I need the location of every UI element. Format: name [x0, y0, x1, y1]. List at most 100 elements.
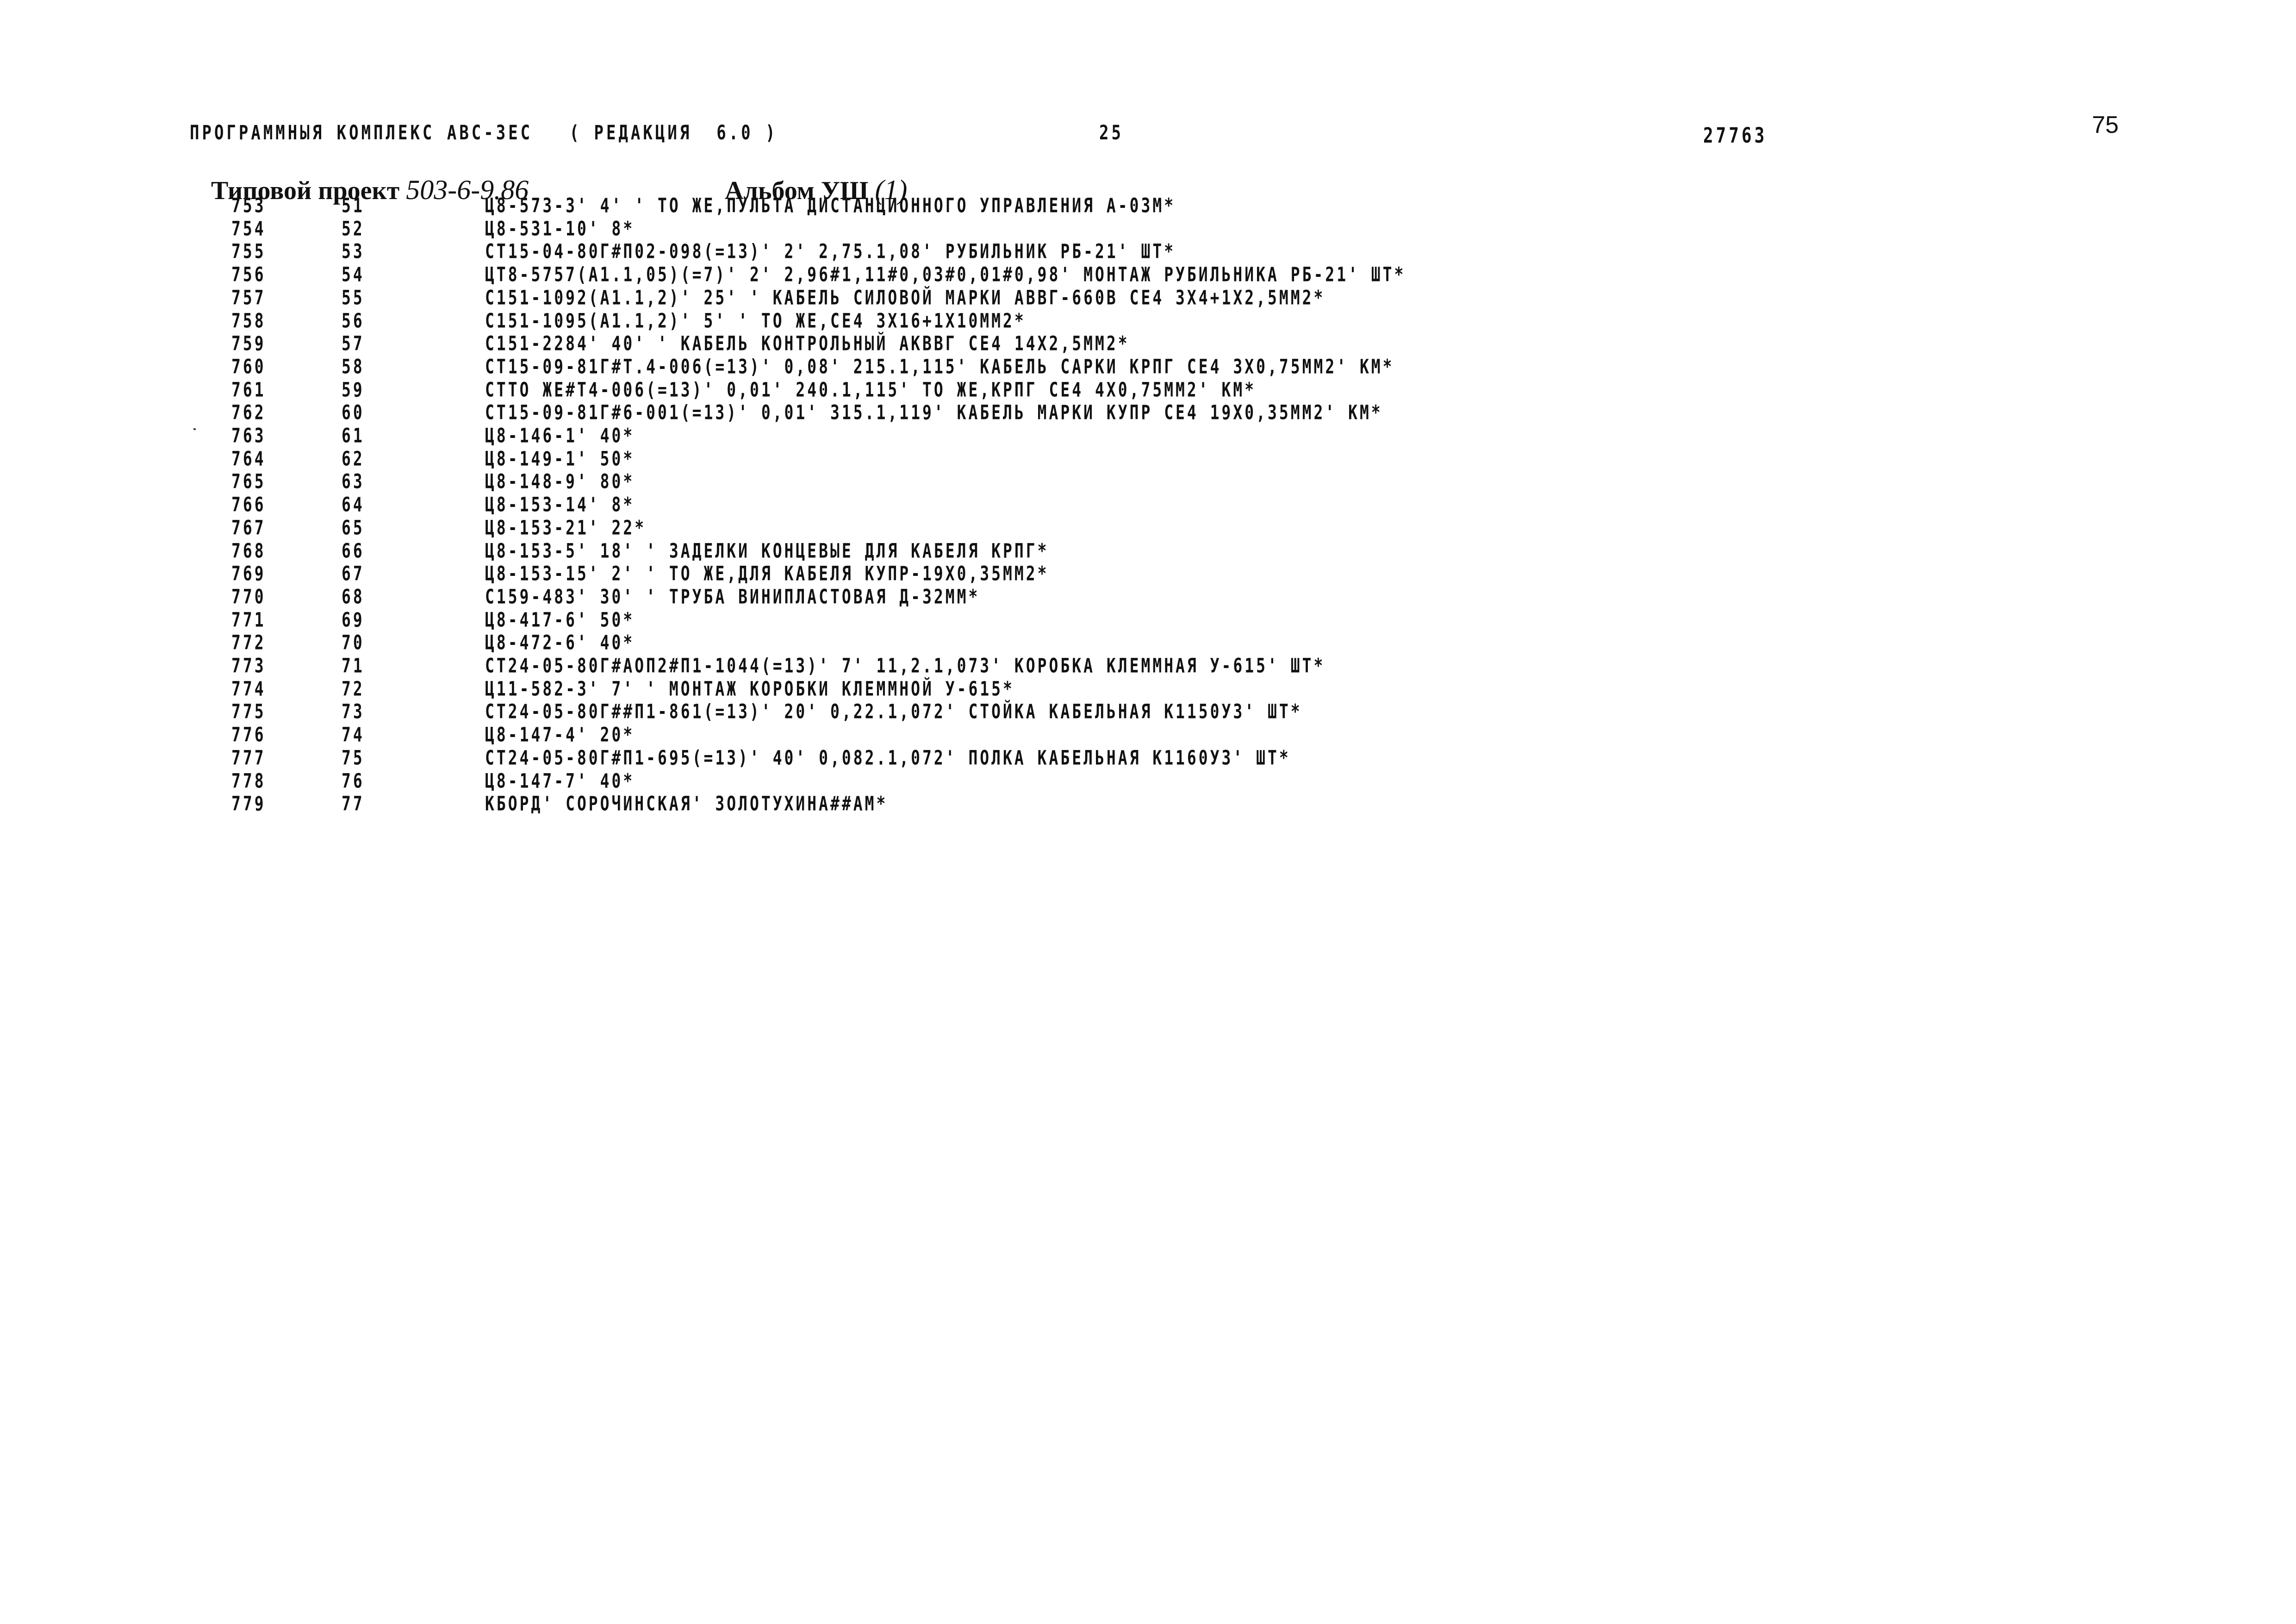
- position-number: 65: [342, 515, 365, 539]
- position-number: 61: [342, 424, 365, 447]
- table-row: 774 72 Ц11-582-3' 7' ' МОНТАЖ КОРОБКИ КЛЕМ…: [0, 677, 1944, 700]
- row-number: 757: [231, 285, 266, 309]
- row-number: 770: [231, 584, 266, 608]
- position-number: 56: [342, 308, 365, 332]
- line-text: КБОРД' СОРОЧИНСКАЯ' ЗОЛОТУХИНА##АМ*: [485, 792, 888, 815]
- table-row: 757 55 С151-1092(А1.1,2)' 25' ' КАБЕЛЬ СИЛ…: [0, 286, 1944, 309]
- table-row: 767 65 Ц8-153-21' 22*: [0, 516, 1944, 539]
- table-row: 754 52 Ц8-531-10' 8*: [0, 217, 1944, 240]
- table-row: 761 59 СТТО ЖЕ#Т4-006(=13)' 0,01' 240.1,11…: [0, 378, 1944, 401]
- position-number: 60: [342, 400, 365, 424]
- row-number: 765: [231, 469, 266, 493]
- table-row: 756 54 ЦТ8-5757(А1.1,05)(=7)' 2' 2,96#1,11…: [0, 262, 1944, 286]
- line-text: Ц8-146-1' 40*: [485, 424, 635, 447]
- row-number: 769: [231, 562, 266, 585]
- position-number: 72: [342, 676, 365, 700]
- line-text: Ц8-148-9' 80*: [485, 469, 635, 493]
- table-row: 776 74 Ц8-147-4' 20*: [0, 723, 1944, 746]
- position-number: 63: [342, 469, 365, 493]
- line-text: С151-2284' 40' ' КАБЕЛЬ КОНТРОЛЬНЫЙ АКВВ…: [485, 331, 1130, 355]
- position-number: 71: [342, 654, 365, 677]
- line-text: Ц8-573-3' 4' ' ТО ЖЕ,ПУЛЬТА ДИСТАНЦИОННО…: [485, 194, 1176, 217]
- line-text: Ц8-417-6' 50*: [485, 607, 635, 631]
- table-row: 766 64 Ц8-153-14' 8*: [0, 493, 1944, 516]
- line-text: Ц8-153-5' 18' ' ЗАДЕЛКИ КОНЦЕВЫЕ ДЛЯ КАБ…: [485, 538, 1049, 562]
- line-text: Ц8-149-1' 50*: [485, 446, 635, 470]
- row-number: 754: [231, 216, 266, 240]
- table-row: 775 73 СТ24-05-80Г##П1-861(=13)' 20' 0,22.…: [0, 700, 1944, 723]
- line-text: С159-483' 30' ' ТРУБА ВИНИПЛАСТОВАЯ Д-32…: [485, 584, 980, 608]
- table-row: 772 70 Ц8-472-6' 40*: [0, 631, 1944, 654]
- line-text: Ц8-147-4' 20*: [485, 723, 635, 746]
- printout-page-number: 25: [1099, 121, 1124, 144]
- row-number: 763: [231, 424, 266, 447]
- position-number: 52: [342, 216, 365, 240]
- table-row: 768 66 Ц8-153-5' 18' ' ЗАДЕЛКИ КОНЦЕВЫЕ ДЛ…: [0, 539, 1944, 562]
- row-number: 779: [231, 792, 266, 815]
- row-number: 766: [231, 493, 266, 516]
- row-number: 761: [231, 377, 266, 401]
- row-number: 758: [231, 308, 266, 332]
- line-text: СТ24-05-80Г#АОП2#П1-1044(=13)' 7' 11,2.1…: [485, 654, 1325, 677]
- row-number: 767: [231, 515, 266, 539]
- table-row: 758 56 С151-1095(А1.1,2)' 5' ' ТО ЖЕ,СЕ4 3…: [0, 309, 1944, 332]
- row-number: 778: [231, 768, 266, 793]
- position-number: 69: [342, 607, 365, 631]
- table-row: 779 77 КБОРД' СОРОЧИНСКАЯ' ЗОЛОТУХИНА##АМ*: [0, 792, 1944, 815]
- table-row: 770 68 С159-483' 30' ' ТРУБА ВИНИПЛАСТОВАЯ…: [0, 585, 1944, 608]
- table-row: 755 53 СТ15-04-80Г#П02-098(=13)' 2' 2,75.1…: [0, 239, 1944, 263]
- position-number: 64: [342, 493, 365, 516]
- row-number: 760: [231, 354, 266, 378]
- position-number: 67: [342, 562, 365, 585]
- position-number: 51: [342, 194, 365, 217]
- row-number: 772: [231, 631, 266, 654]
- row-number: 753: [231, 194, 266, 217]
- line-text: Ц8-472-6' 40*: [485, 631, 635, 654]
- row-number: 771: [231, 607, 266, 631]
- position-number: 74: [342, 723, 365, 746]
- row-number: 775: [231, 700, 266, 724]
- position-number: 76: [342, 768, 365, 793]
- table-row: 764 62 Ц8-149-1' 50*: [0, 447, 1944, 470]
- table-row: 753 51 Ц8-573-3' 4' ' ТО ЖЕ,ПУЛЬТА ДИСТАНЦ…: [0, 194, 1944, 217]
- row-number: 759: [231, 331, 266, 355]
- position-number: 70: [342, 631, 365, 654]
- line-text: СТ24-05-80Г##П1-861(=13)' 20' 0,22.1,072…: [485, 700, 1302, 724]
- position-number: 66: [342, 538, 365, 562]
- line-text: С151-1095(А1.1,2)' 5' ' ТО ЖЕ,СЕ4 3Х16+1…: [485, 308, 1026, 332]
- position-number: 53: [342, 239, 365, 263]
- line-text: СТ15-04-80Г#П02-098(=13)' 2' 2,75.1,08' …: [485, 239, 1176, 263]
- row-number: 773: [231, 654, 266, 677]
- table-row: 763 61 Ц8-146-1' 40*: [0, 424, 1944, 447]
- position-number: 75: [342, 745, 365, 769]
- position-number: 57: [342, 331, 365, 355]
- position-number: 58: [342, 354, 365, 378]
- row-number: 776: [231, 723, 266, 746]
- line-text: Ц8-531-10' 8*: [485, 216, 635, 240]
- row-number: 774: [231, 676, 266, 700]
- row-number: 777: [231, 745, 266, 769]
- line-text: Ц8-147-7' 40*: [485, 768, 635, 793]
- position-number: 55: [342, 285, 365, 309]
- line-text: С151-1092(А1.1,2)' 25' ' КАБЕЛЬ СИЛОВОЙ …: [485, 285, 1325, 309]
- sheet-number: 75: [2092, 112, 2119, 138]
- program-header: ПРОГРАММНЫЯ КОМПЛЕКС АВС-3ЕС ( РЕДАКЦИЯ …: [190, 121, 778, 144]
- line-text: Ц11-582-3' 7' ' МОНТАЖ КОРОБКИ КЛЕММНОЙ …: [485, 676, 1014, 700]
- line-text: СТТО ЖЕ#Т4-006(=13)' 0,01' 240.1,115' ТО…: [485, 377, 1257, 401]
- table-row: 759 57 С151-2284' 40' ' КАБЕЛЬ КОНТРОЛЬНЫЙ…: [0, 331, 1944, 355]
- row-number: 755: [231, 239, 266, 263]
- table-row: 773 71 СТ24-05-80Г#АОП2#П1-1044(=13)' 7' 1…: [0, 654, 1944, 677]
- position-number: 54: [342, 262, 365, 286]
- table-row: 765 63 Ц8-148-9' 80*: [0, 469, 1944, 493]
- row-number: 756: [231, 262, 266, 286]
- row-number: 768: [231, 538, 266, 562]
- document-number: 27763: [1703, 124, 1767, 148]
- position-number: 73: [342, 700, 365, 724]
- row-number: 764: [231, 446, 266, 470]
- line-text: Ц8-153-21' 22*: [485, 515, 647, 539]
- line-text: СТ24-05-80Г#П1-695(=13)' 40' 0,082.1,072…: [485, 745, 1291, 769]
- table-row: 762 60 СТ15-09-81Г#6-001(=13)' 0,01' 315.1…: [0, 400, 1944, 424]
- table-row: 771 69 Ц8-417-6' 50*: [0, 608, 1944, 631]
- position-number: 62: [342, 446, 365, 470]
- line-text: ЦТ8-5757(А1.1,05)(=7)' 2' 2,96#1,11#0,03…: [485, 262, 1406, 286]
